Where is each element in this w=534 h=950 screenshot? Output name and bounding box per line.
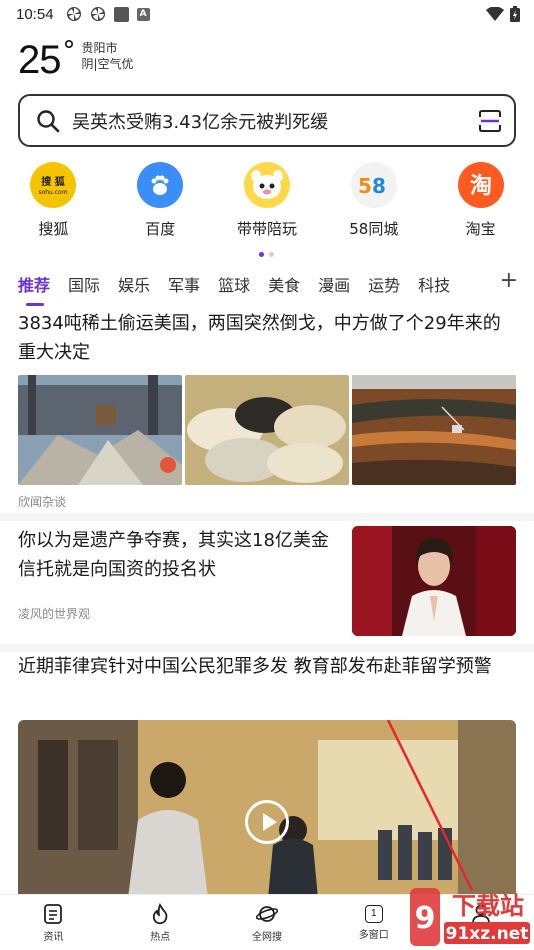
svg-text:淘: 淘 xyxy=(470,173,492,199)
shortcut-label: 百度 xyxy=(145,220,176,238)
news-icon xyxy=(44,903,63,924)
svg-text:搜 狐: 搜 狐 xyxy=(42,175,65,188)
tab-international[interactable]: 国际 xyxy=(68,272,100,296)
tab-tech[interactable]: 科技 xyxy=(418,272,450,296)
shortcut-sohu[interactable]: 搜 狐 sohu.com 搜狐 xyxy=(0,162,107,239)
degree-symbol: ° xyxy=(62,36,76,66)
wifi-icon xyxy=(486,7,504,21)
nav-label: 多窗口 xyxy=(358,929,389,941)
nav-label: 热点 xyxy=(150,931,171,943)
weather-info: 贵阳市 阴|空气优 xyxy=(82,40,134,72)
tab-entertainment[interactable]: 娱乐 xyxy=(118,272,150,296)
search-bar[interactable]: 吴英杰受贿3.43亿余元被判死缓 xyxy=(18,94,516,147)
shortcut-label: 淘宝 xyxy=(465,220,496,238)
category-tabs: 推荐 国际 娱乐 军事 篮球 美食 漫画 运势 科技 + xyxy=(18,268,518,306)
city-name: 贵阳市 xyxy=(81,41,118,55)
feed-divider xyxy=(0,644,534,652)
nav-news[interactable]: 资讯 xyxy=(0,895,107,950)
shortcut-label: 58同城 xyxy=(349,220,399,238)
svg-text:9: 9 xyxy=(415,901,436,936)
svg-text:5: 5 xyxy=(358,174,372,198)
flame-icon xyxy=(153,902,168,924)
window-icon: 1 xyxy=(364,904,383,923)
play-button[interactable] xyxy=(245,800,289,844)
watermark-text: 下载站 xyxy=(452,892,524,920)
taobao-icon: 淘 xyxy=(457,162,504,208)
daidai-icon xyxy=(243,162,290,208)
pinwheel-icon xyxy=(66,7,81,21)
shortcut-baidu[interactable]: 百度 xyxy=(107,162,214,239)
shortcut-label: 带带陪玩 xyxy=(236,220,297,238)
nav-label: 资讯 xyxy=(43,931,64,943)
article-source: 凌风的世界观 xyxy=(18,607,91,621)
page-dot xyxy=(269,252,274,257)
article-thumbnail[interactable] xyxy=(352,526,516,636)
shortcut-grid: 搜 狐 sohu.com 搜狐 百度 带带陪玩 58 58同城 淘 淘宝 xyxy=(0,162,534,239)
tab-comics[interactable]: 漫画 xyxy=(318,272,350,296)
article-image-refinery xyxy=(18,375,182,485)
status-bar: 10:54 A xyxy=(0,0,534,28)
planet-icon xyxy=(255,905,278,922)
article-images[interactable] xyxy=(18,375,516,485)
svg-text:8: 8 xyxy=(372,174,386,198)
sohu-icon: 搜 狐 sohu.com xyxy=(30,162,77,208)
video-player[interactable] xyxy=(18,720,516,898)
baidu-icon xyxy=(137,162,184,208)
shortcut-daidai[interactable]: 带带陪玩 xyxy=(214,162,321,239)
tab-recommend[interactable]: 推荐 xyxy=(18,272,50,306)
tab-fortune[interactable]: 运势 xyxy=(368,272,400,296)
add-tab-button[interactable]: + xyxy=(500,268,518,294)
site-watermark: 9 下载站 91xz.net xyxy=(408,884,532,950)
58-icon: 58 xyxy=(350,162,397,208)
clock: 10:54 xyxy=(16,5,54,23)
article-title[interactable]: 近期菲律宾针对中国公民犯罪多发 教育部发布赴菲留学预警 xyxy=(18,652,516,681)
tab-basketball[interactable]: 篮球 xyxy=(218,272,250,296)
article-title[interactable]: 你以为是遗产争夺赛，其实这18亿美金信托就是向国资的投名状 xyxy=(18,526,343,584)
page-dot xyxy=(259,252,264,257)
square-notification-icon xyxy=(113,6,129,22)
temperature: 25 xyxy=(18,38,61,82)
shortcut-label: 搜狐 xyxy=(38,220,69,238)
feed-divider xyxy=(0,513,534,521)
weather-widget[interactable]: 25 ° 贵阳市 阴|空气优 xyxy=(18,38,134,82)
shortcut-taobao[interactable]: 淘 淘宝 xyxy=(427,162,534,239)
search-icon xyxy=(37,109,60,132)
article-title[interactable]: 3834吨稀土偷运美国，两国突然倒戈，中方做了个29年来的重大决定 xyxy=(18,309,516,367)
pinwheel-icon xyxy=(90,7,105,21)
article-source: 欣闻杂谈 xyxy=(18,495,67,509)
shortcut-58[interactable]: 58 58同城 xyxy=(320,162,427,239)
watermark-url: 91xz.net xyxy=(446,924,529,944)
scan-icon[interactable] xyxy=(478,109,502,133)
tab-food[interactable]: 美食 xyxy=(268,272,300,296)
search-input[interactable]: 吴英杰受贿3.43亿余元被判死缓 xyxy=(72,108,478,134)
weather-condition: 阴|空气优 xyxy=(81,57,134,71)
battery-icon xyxy=(510,6,520,22)
page-indicator xyxy=(259,252,274,257)
nav-label: 全网搜 xyxy=(251,931,282,943)
window-count-badge: 1 xyxy=(371,907,377,919)
svg-text:sohu.com: sohu.com xyxy=(39,189,68,196)
tab-military[interactable]: 军事 xyxy=(168,272,200,296)
article-image-mine xyxy=(352,375,516,485)
article-image-powders xyxy=(185,375,349,485)
nav-search-all[interactable]: 全网搜 xyxy=(214,895,321,950)
a-notification-icon: A xyxy=(136,7,150,21)
nav-hot[interactable]: 热点 xyxy=(107,895,214,950)
